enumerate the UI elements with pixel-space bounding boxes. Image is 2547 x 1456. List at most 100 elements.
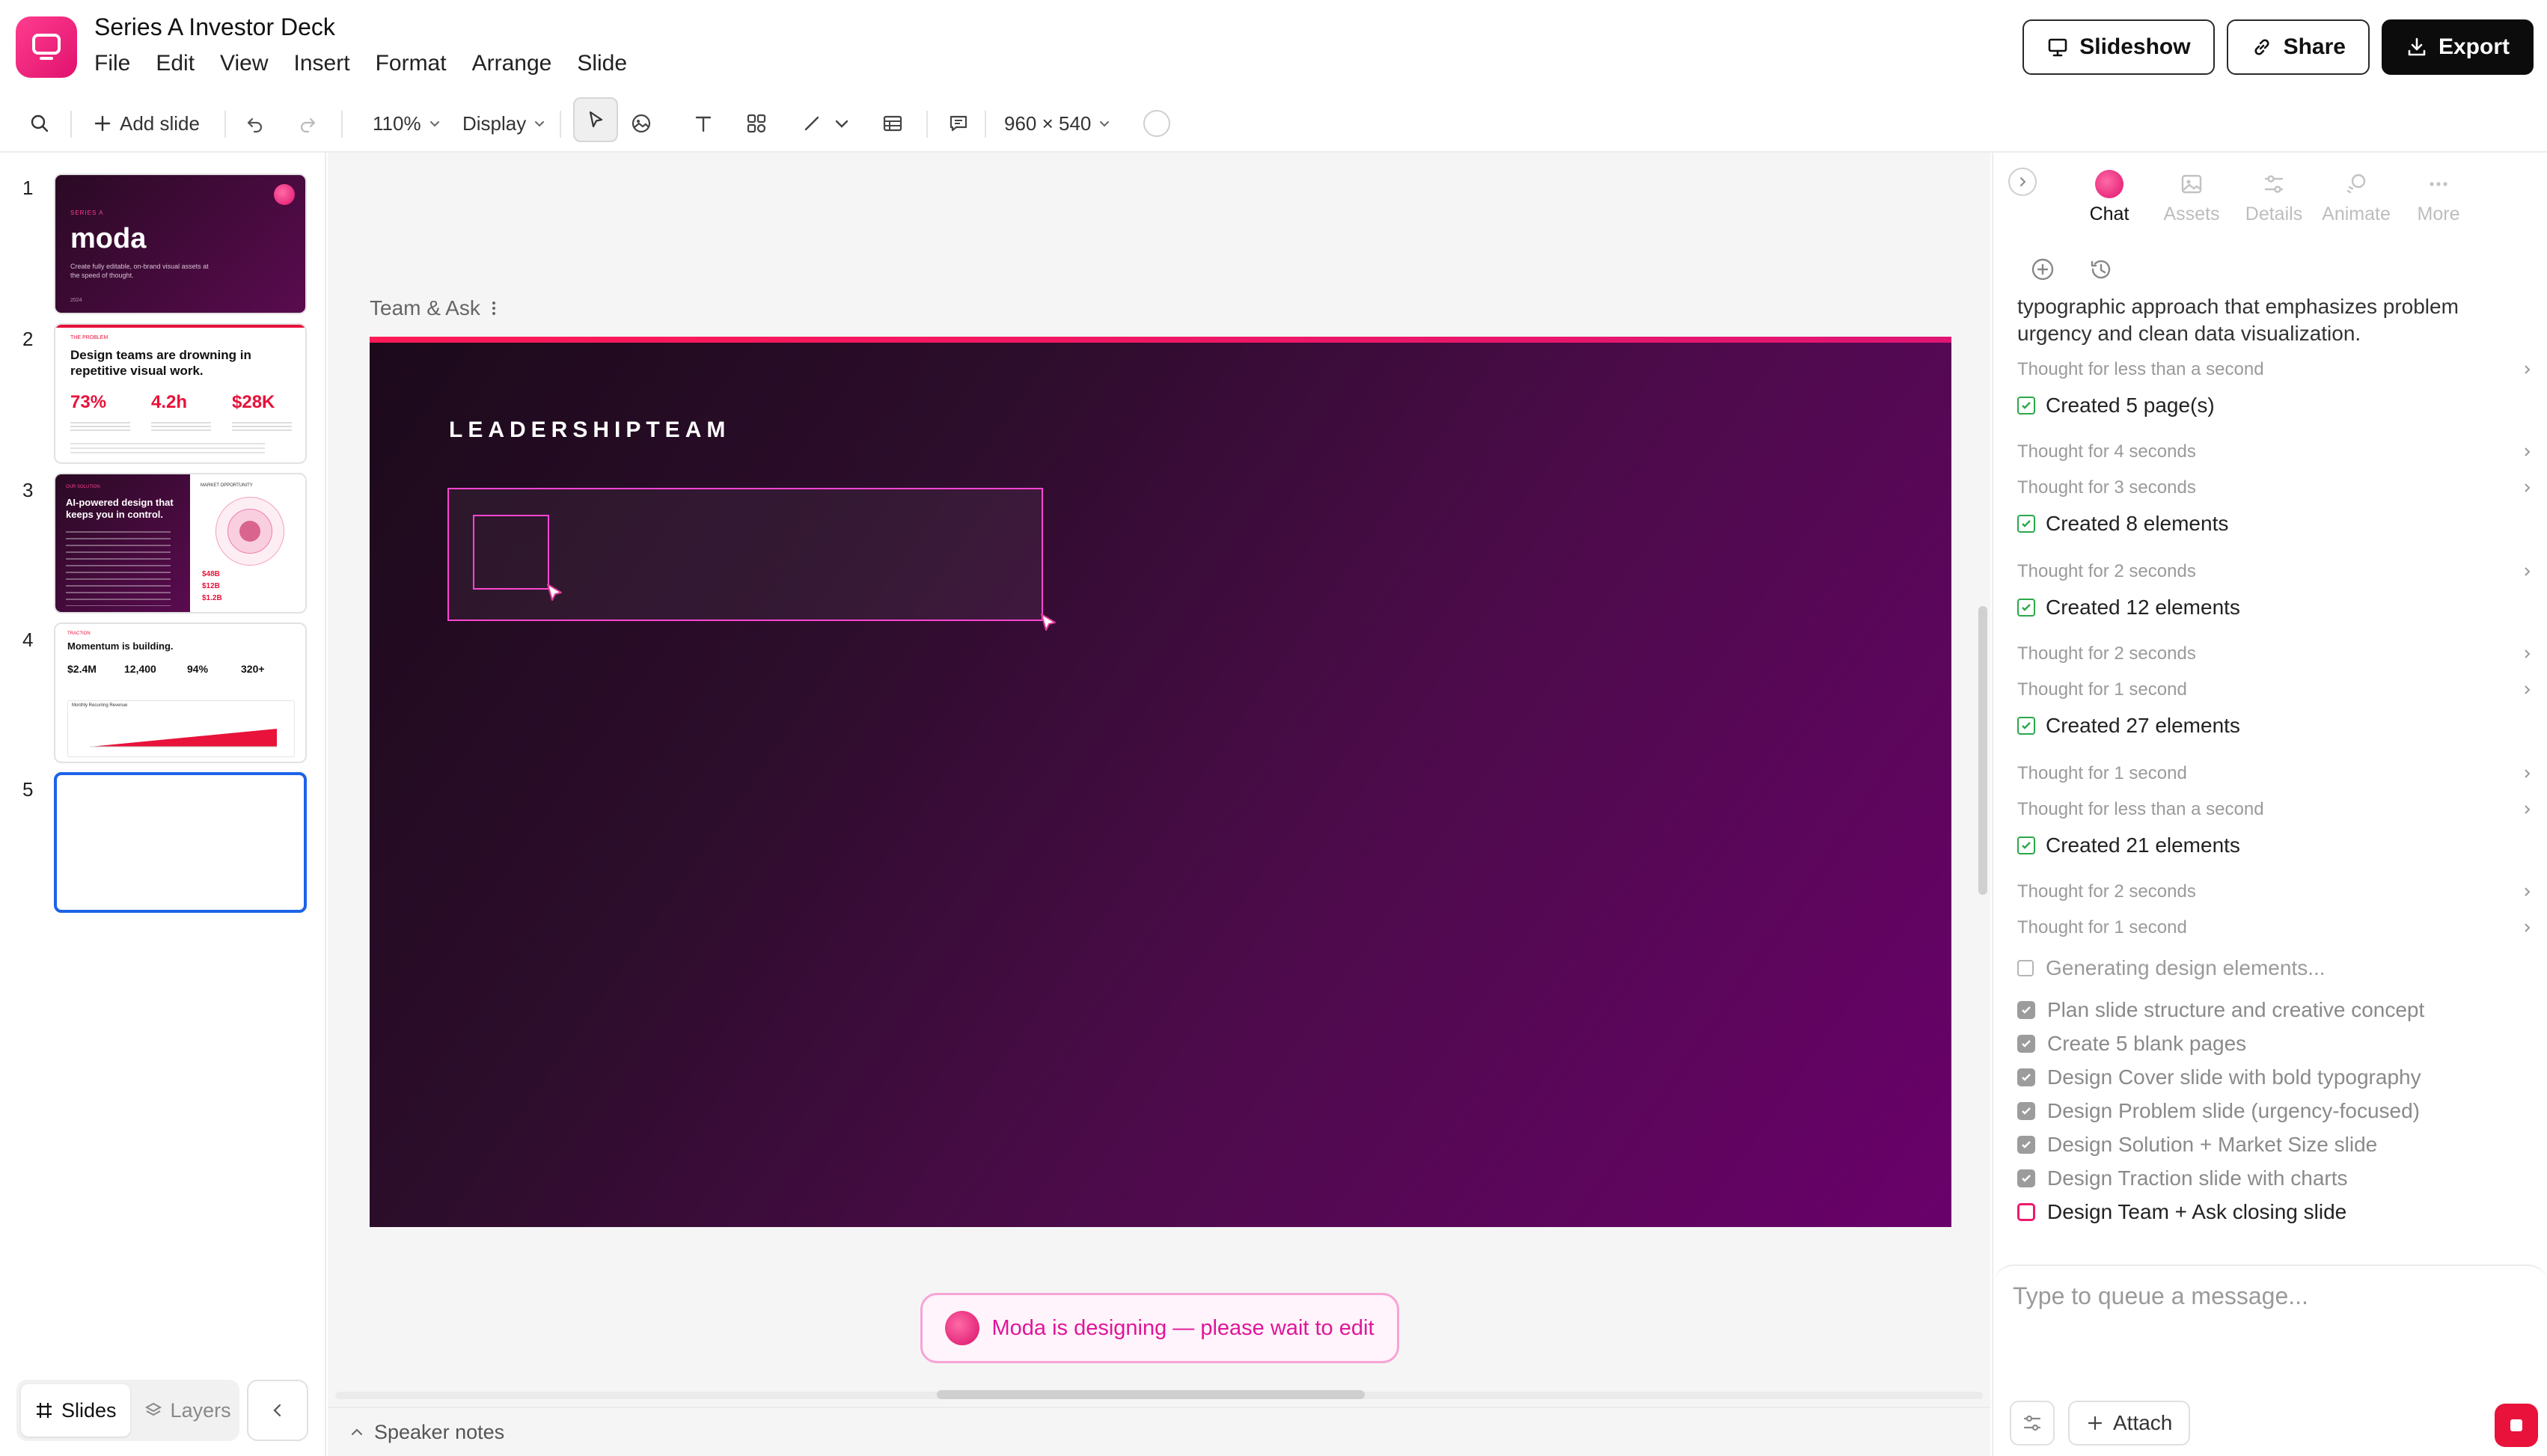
thought-text: Thought for less than a second [2017, 799, 2264, 819]
created-row: Created 5 page(s) [2017, 394, 2532, 417]
menu-format[interactable]: Format [376, 51, 447, 76]
slideshow-button[interactable]: Slideshow [2022, 19, 2215, 75]
speaker-notes-toggle[interactable]: Speaker notes [328, 1407, 1990, 1456]
task-text: Design Solution + Market Size slide [2047, 1133, 2378, 1156]
thumb-stat: 320+ [241, 663, 265, 675]
thought-row[interactable]: Thought for less than a second [2017, 799, 2532, 820]
thumb-eyebrow: TRACTION [67, 631, 91, 636]
line-tool[interactable] [802, 94, 822, 153]
chameleon-icon [2095, 170, 2123, 198]
tab-chat[interactable]: Chat [2068, 169, 2150, 225]
checked-box-icon [2017, 1035, 2035, 1053]
table-tool[interactable] [881, 94, 904, 153]
shapes-icon [747, 114, 766, 133]
horizontal-scrollbar-thumb[interactable] [937, 1390, 1365, 1399]
tab-slides[interactable]: Slides [21, 1384, 130, 1437]
document-title[interactable]: Series A Investor Deck [94, 13, 335, 41]
slideshow-label: Slideshow [2079, 34, 2191, 59]
tab-assets[interactable]: Assets [2150, 169, 2233, 225]
image-tool[interactable] [630, 94, 652, 153]
collapse-right-panel-button[interactable] [2008, 168, 2037, 196]
toolbar: Add slide 110% Display 960 × 540 [0, 94, 2547, 153]
thought-text: Thought for 2 seconds [2017, 643, 2196, 664]
background-color-picker[interactable] [1143, 94, 1170, 153]
created-row: Created 21 elements [2017, 833, 2532, 857]
select-tool[interactable] [573, 97, 618, 142]
new-chat-icon[interactable] [2029, 256, 2056, 283]
export-button[interactable]: Export [2381, 19, 2534, 75]
display-label: Display [462, 111, 527, 135]
share-button[interactable]: Share [2226, 19, 2370, 75]
tab-layers[interactable]: Layers [130, 1384, 245, 1437]
stop-generation-button[interactable] [2495, 1404, 2538, 1447]
slide-thumbnail-3[interactable]: OUR SOLUTION AI-powered design that keep… [54, 473, 307, 614]
thumb-title: Momentum is building. [67, 640, 174, 652]
tab-details[interactable]: Details [2233, 169, 2315, 225]
chevron-left-icon [273, 1404, 281, 1417]
chameleon-logo-icon [274, 184, 295, 205]
menu-edit[interactable]: Edit [156, 51, 195, 76]
chat-actions [2029, 256, 2115, 283]
undo-icon [247, 117, 263, 133]
search-button[interactable] [28, 94, 51, 153]
slide-canvas[interactable]: LEADERSHIPTEAM [370, 337, 1951, 1227]
canvas-size-dropdown[interactable]: 960 × 540 [1004, 94, 1110, 153]
chevron-right-icon [2525, 447, 2531, 456]
attach-label: Attach [2113, 1411, 2173, 1434]
thought-row[interactable]: Thought for 1 second [2017, 917, 2532, 938]
share-label: Share [2283, 34, 2346, 59]
attach-button[interactable]: Attach [2068, 1401, 2191, 1446]
task-item-current: Design Team + Ask closing slide [2017, 1200, 2532, 1224]
chevron-right-icon [2525, 483, 2531, 492]
collapse-panel-button[interactable] [247, 1380, 308, 1441]
slide-number: 3 [22, 479, 34, 501]
more-vertical-icon[interactable] [491, 300, 497, 316]
task-item: Design Problem slide (urgency-focused) [2017, 1099, 2532, 1123]
comment-tool[interactable] [947, 94, 970, 153]
slide-name[interactable]: Team & Ask [370, 296, 497, 320]
history-icon[interactable] [2088, 256, 2115, 283]
undo-button[interactable] [245, 94, 265, 153]
slide-thumbnail-4[interactable]: TRACTION Momentum is building. $2.4M 12,… [54, 623, 307, 763]
menu-insert[interactable]: Insert [294, 51, 350, 76]
vertical-scrollbar-thumb[interactable] [1978, 606, 1987, 895]
tab-animate[interactable]: Animate [2315, 169, 2397, 225]
zoom-dropdown[interactable]: 110% [373, 94, 441, 153]
thumb-title: AI-powered design that keeps you in cont… [66, 497, 174, 520]
pending-checkbox-icon [2017, 960, 2034, 976]
shapes-tool[interactable] [745, 94, 768, 153]
add-slide-button[interactable]: Add slide [93, 94, 200, 153]
display-dropdown[interactable]: Display [462, 94, 545, 153]
menu-slide[interactable]: Slide [577, 51, 627, 76]
thought-row[interactable]: Thought for 1 second [2017, 679, 2532, 700]
thought-row[interactable]: Thought for 2 seconds [2017, 881, 2532, 902]
designing-status-banner: Moda is designing — please wait to edit [920, 1293, 1399, 1363]
slide-thumbnail-1[interactable]: SERIES A moda Create fully editable, on-… [54, 174, 307, 314]
text-tool[interactable] [693, 94, 714, 153]
menu-view[interactable]: View [220, 51, 268, 76]
chevron-right-icon [2525, 649, 2531, 658]
check-icon [2017, 515, 2035, 533]
redo-button[interactable] [298, 94, 317, 153]
composer-settings-button[interactable] [2010, 1401, 2055, 1446]
slide-heading[interactable]: LEADERSHIPTEAM [449, 417, 730, 443]
thought-row[interactable]: Thought for 4 seconds [2017, 441, 2532, 462]
slide-thumbnail-5[interactable] [54, 772, 307, 913]
canvas-size-value: 960 × 540 [1004, 111, 1092, 135]
tab-assets-label: Assets [2163, 204, 2220, 224]
thought-row[interactable]: Thought for 2 seconds [2017, 561, 2532, 582]
thought-row[interactable]: Thought for less than a second [2017, 359, 2532, 380]
slide-thumbnail-2[interactable]: THE PROBLEM Design teams are drowning in… [54, 323, 307, 464]
slide-accent-bar[interactable] [370, 337, 1951, 343]
menu-file[interactable]: File [94, 51, 130, 76]
thought-row[interactable]: Thought for 3 seconds [2017, 477, 2532, 498]
app-logo[interactable] [16, 16, 77, 78]
avatar-placeholder[interactable] [473, 515, 549, 590]
chevron-down-icon [835, 120, 849, 128]
thought-row[interactable]: Thought for 2 seconds [2017, 643, 2532, 664]
line-options-dropdown[interactable] [834, 94, 850, 153]
message-input[interactable]: Type to queue a message... [2013, 1282, 2308, 1310]
menu-arrange[interactable]: Arrange [472, 51, 552, 76]
tab-more[interactable]: More [2397, 169, 2480, 225]
thought-row[interactable]: Thought for 1 second [2017, 763, 2532, 784]
